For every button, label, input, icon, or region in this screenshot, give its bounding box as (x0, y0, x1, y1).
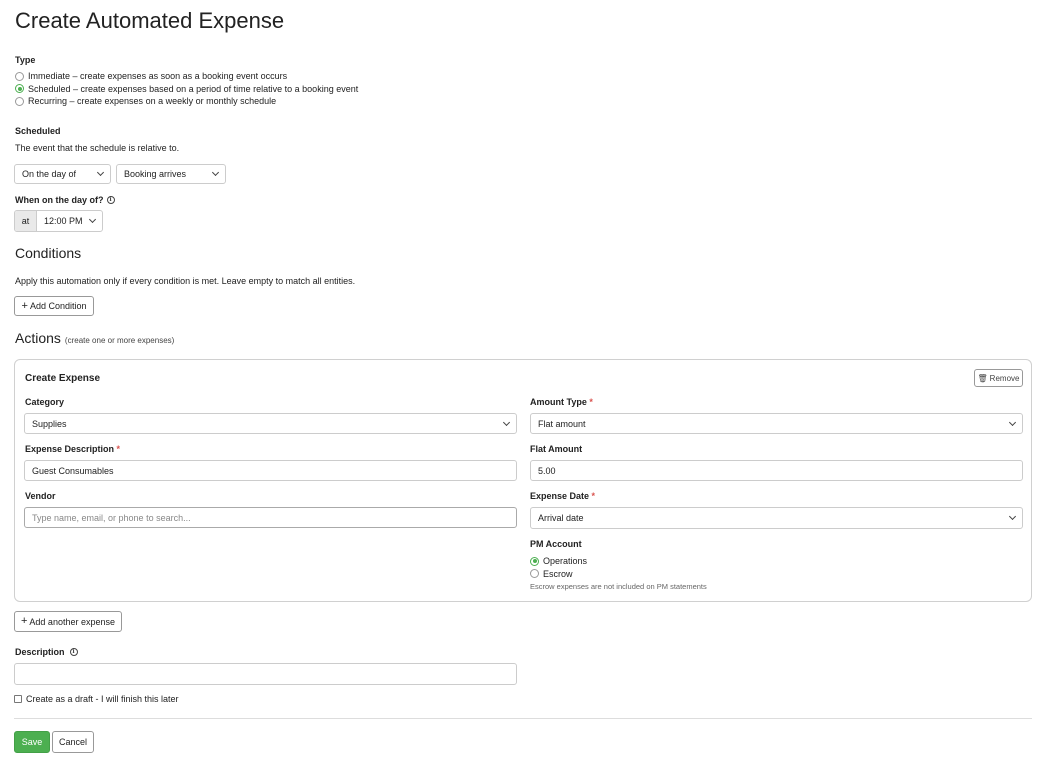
expense-date-label-row: Expense Date * (530, 491, 595, 501)
type-label: Type (15, 55, 36, 65)
conditions-help: Apply this automation only if every cond… (15, 276, 356, 286)
type-option-recurring-label: Recurring – create expenses on a weekly … (28, 96, 277, 107)
radio-scheduled[interactable] (15, 84, 24, 94)
at-addon: at (15, 211, 37, 231)
add-condition-label: Add Condition (29, 301, 87, 311)
draft-checkbox[interactable] (14, 695, 22, 703)
vendor-search-input[interactable]: Type name, email, or phone to search... (24, 507, 517, 528)
actions-subheading: (create one or more expenses) (64, 336, 175, 345)
event-select[interactable]: Booking arrives (116, 164, 226, 184)
expense-description-value: Guest Consumables (32, 465, 114, 476)
radio-immediate[interactable] (15, 71, 24, 81)
flat-amount-value: 5.00 (538, 465, 556, 476)
description-label: Description (15, 647, 65, 657)
when-label: When on the day of? (15, 195, 104, 205)
vendor-label: Vendor (25, 491, 56, 501)
remove-label: Remove (989, 373, 1020, 383)
radio-recurring[interactable] (15, 96, 24, 106)
when-label-row: When on the day of? i (15, 195, 115, 205)
category-select[interactable]: Supplies (24, 413, 517, 434)
time-select-value: 12:00 PM (44, 216, 83, 226)
pm-option-operations[interactable]: Operations (530, 555, 587, 568)
required-marker: * (591, 491, 596, 501)
type-radio-group: Immediate – create expenses as soon as a… (15, 70, 358, 108)
required-marker: * (116, 444, 121, 454)
description-label-row: Description i (15, 647, 78, 657)
flat-amount-input[interactable]: 5.00 (530, 460, 1023, 481)
time-select-group: at 12:00 PM (14, 210, 103, 232)
save-button[interactable]: Save (14, 731, 50, 753)
amount-type-value: Flat amount (538, 418, 586, 429)
pm-option-escrow-label: Escrow (543, 568, 573, 579)
expense-date-select[interactable]: Arrival date (530, 507, 1023, 529)
actions-heading-row: Actions (create one or more expenses) (15, 330, 174, 346)
chevron-down-icon (1008, 418, 1017, 426)
add-another-expense-button[interactable]: + Add another expense (14, 611, 122, 632)
pm-option-escrow[interactable]: Escrow (530, 568, 587, 581)
type-option-immediate[interactable]: Immediate – create expenses as soon as a… (15, 70, 358, 83)
info-icon[interactable]: i (106, 196, 115, 204)
add-condition-button[interactable]: + Add Condition (14, 296, 94, 316)
chevron-down-icon (502, 418, 511, 426)
flat-amount-label: Flat Amount (530, 444, 583, 454)
radio-operations[interactable] (530, 556, 539, 566)
type-option-scheduled-label: Scheduled – create expenses based on a p… (28, 83, 359, 94)
add-another-expense-label: Add another expense (29, 616, 115, 627)
actions-heading: Actions (15, 330, 61, 346)
pm-option-operations-label: Operations (543, 556, 588, 567)
expense-description-input[interactable]: Guest Consumables (24, 460, 517, 481)
expense-date-label: Expense Date (530, 491, 590, 501)
type-option-immediate-label: Immediate – create expenses as soon as a… (28, 71, 288, 82)
offset-select-value: On the day of (22, 169, 77, 179)
scheduled-label: Scheduled (15, 126, 61, 136)
draft-checkbox-label: Create as a draft - I will finish this l… (26, 694, 179, 704)
footer-divider (14, 718, 1032, 719)
page-title: Create Automated Expense (15, 8, 285, 33)
remove-button[interactable]: 🗑 Remove (974, 369, 1023, 387)
chevron-down-icon (96, 168, 105, 177)
category-value: Supplies (32, 418, 67, 429)
required-marker: * (589, 397, 593, 407)
offset-select[interactable]: On the day of (14, 164, 111, 184)
event-select-value: Booking arrives (124, 169, 187, 179)
chevron-down-icon (88, 215, 97, 224)
time-select[interactable]: 12:00 PM (37, 211, 102, 231)
cancel-button[interactable]: Cancel (52, 731, 94, 753)
description-input[interactable] (14, 663, 517, 685)
type-option-recurring[interactable]: Recurring – create expenses on a weekly … (15, 95, 358, 108)
card-title: Create Expense (25, 373, 101, 384)
plus-icon: + (21, 299, 28, 312)
type-option-scheduled[interactable]: Scheduled – create expenses based on a p… (15, 83, 358, 96)
amount-type-select[interactable]: Flat amount (530, 413, 1023, 434)
radio-escrow[interactable] (530, 569, 539, 579)
trash-icon: 🗑 (977, 373, 988, 383)
pm-account-label: PM Account (530, 539, 582, 549)
pm-account-radio-group: Operations Escrow (530, 555, 587, 580)
chevron-down-icon (211, 168, 220, 177)
amount-type-label: Amount Type (530, 397, 587, 407)
expense-date-value: Arrival date (538, 513, 584, 523)
expense-description-label-row: Expense Description * (25, 444, 120, 454)
draft-checkbox-row[interactable]: Create as a draft - I will finish this l… (14, 694, 179, 704)
scheduled-help: The event that the schedule is relative … (15, 143, 180, 153)
chevron-down-icon (1008, 512, 1017, 521)
conditions-heading: Conditions (15, 245, 82, 261)
vendor-placeholder: Type name, email, or phone to search... (32, 512, 191, 523)
category-label: Category (25, 397, 65, 407)
amount-type-label-row: Amount Type * (530, 397, 593, 407)
plus-icon: + (20, 615, 28, 627)
pm-note: Escrow expenses are not included on PM s… (530, 582, 707, 591)
expense-description-label: Expense Description (25, 444, 115, 454)
info-icon[interactable]: i (69, 648, 78, 656)
